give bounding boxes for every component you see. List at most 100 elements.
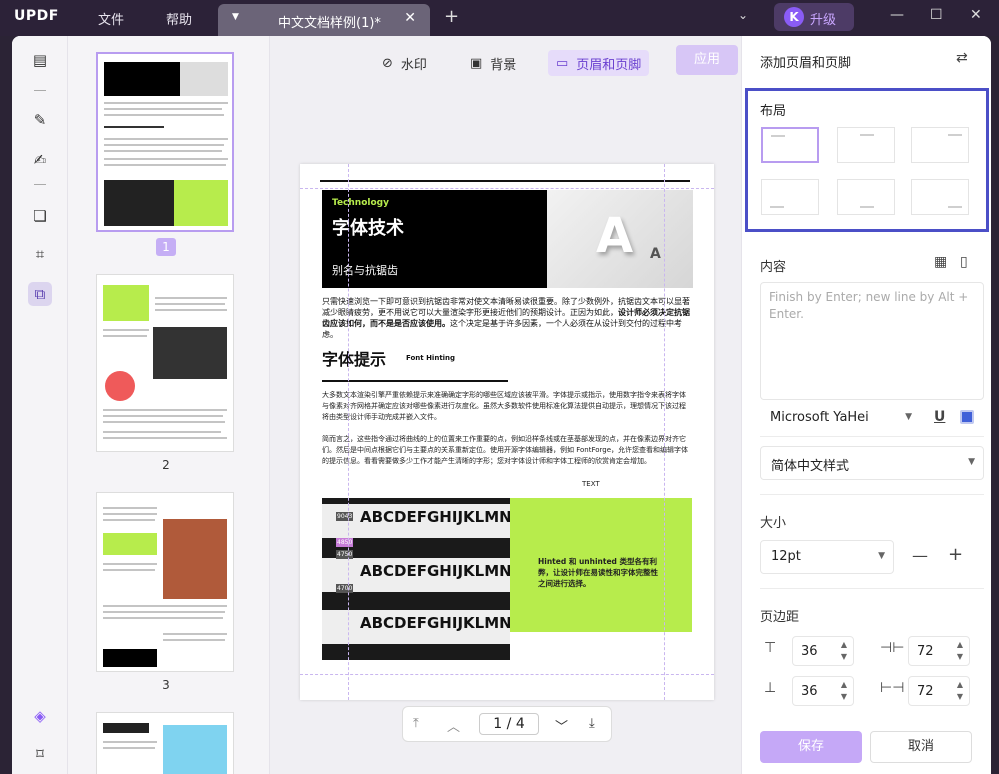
watermark-button[interactable]: ⊘ 水印 bbox=[374, 50, 435, 76]
pagination: ⤒ ︿ 1 / 4 ﹀ ⤓ bbox=[402, 706, 612, 742]
app-shell: ▤ ✎ ✍ ❏ ⌗ ⧉ ◈ ⌑ 1 2 3 ⊘ 水印 ▣ 背景 ▭ 页眉和页脚 … bbox=[12, 36, 991, 774]
decrease-size-icon[interactable]: — bbox=[912, 546, 928, 565]
layout-option-4[interactable] bbox=[761, 179, 819, 215]
export-template-icon[interactable]: ⇄ bbox=[956, 50, 968, 66]
page-green-text: Hinted 和 unhinted 类型各有利弊，让设计师在易读性和字体完整性之… bbox=[538, 557, 658, 588]
page-number-1: 1 bbox=[156, 238, 176, 256]
thumbnail-panel: 1 2 3 bbox=[68, 36, 270, 774]
size-select[interactable]: 12pt ▼ bbox=[760, 540, 894, 574]
watermark-icon: ⊘ bbox=[382, 55, 393, 71]
content-label: 内容 bbox=[760, 260, 787, 275]
title-bar: UPDF 文件 帮助 ▼ 中文文档样例(1)* ✕ + ⌄ K 升级 — ☐ ✕ bbox=[0, 0, 999, 36]
maximize-icon[interactable]: ☐ bbox=[930, 7, 943, 23]
divider bbox=[760, 436, 984, 437]
chevron-down-icon[interactable]: ⌄ bbox=[738, 8, 748, 22]
page-paragraph-1: 只需快速浏览一下即可意识到抗锯齿非常对使文本清晰易读很重要。除了少数例外，抗锯齿… bbox=[322, 297, 690, 339]
page-paragraph-3: 简而言之，这些指令通过将曲线的上的位置来工作重要的点，例如沿样条线或在茎基部发现… bbox=[322, 435, 689, 465]
header-footer-button[interactable]: ▭ 页眉和页脚 bbox=[548, 50, 650, 76]
apply-button[interactable]: 应用 bbox=[676, 45, 738, 75]
layers-icon[interactable]: ◈ bbox=[28, 704, 52, 728]
page-preview: Technology 字体技术 别名与抗锯齿 A A 只需快速浏览一下即可意识到… bbox=[300, 164, 714, 700]
layout-option-6[interactable] bbox=[911, 179, 969, 215]
document-tab[interactable]: ▼ 中文文档样例(1)* ✕ bbox=[218, 4, 430, 36]
right-margin-input[interactable]: 72 ▲ ▼ bbox=[908, 676, 970, 706]
layout-option-1[interactable] bbox=[761, 127, 819, 163]
background-button[interactable]: ▣ 背景 bbox=[462, 50, 524, 76]
comment-icon[interactable]: ✎ bbox=[28, 108, 52, 132]
color-swatch[interactable] bbox=[960, 410, 974, 424]
margin-label: 页边距 bbox=[760, 610, 800, 625]
close-window-icon[interactable]: ✕ bbox=[970, 7, 982, 23]
page-heading-2-en: Font Hinting bbox=[406, 354, 456, 362]
cancel-button[interactable]: 取消 bbox=[870, 731, 972, 763]
thumbnail-page-1[interactable] bbox=[96, 52, 234, 232]
tab-dropdown-icon[interactable]: ▼ bbox=[232, 12, 239, 22]
crop-icon[interactable]: ⌗ bbox=[28, 242, 52, 266]
left-margin-input[interactable]: 72 ▲ ▼ bbox=[908, 636, 970, 666]
layout-label: 布局 bbox=[760, 104, 787, 119]
bottom-margin-input[interactable]: 36 ▲ ▼ bbox=[792, 676, 854, 706]
content-input[interactable]: Finish by Enter; new line by Alt + Enter… bbox=[760, 282, 984, 400]
bottom-margin-icon: ⊥ bbox=[764, 680, 777, 696]
divider bbox=[34, 90, 46, 91]
page-font-image: ABCDEFGHIJKLMNO ABCDEFGHIJKLMNO ABCDEFGH… bbox=[322, 498, 510, 660]
layout-option-5[interactable] bbox=[837, 179, 895, 215]
edit-icon[interactable]: ✍ bbox=[28, 148, 52, 172]
layout-option-3[interactable] bbox=[911, 127, 969, 163]
background-icon: ▣ bbox=[470, 55, 483, 71]
header-footer-icon: ▭ bbox=[556, 55, 569, 71]
page-hero-letter-big: A bbox=[596, 208, 634, 264]
organize-icon[interactable]: ❏ bbox=[28, 204, 52, 228]
last-page-icon[interactable]: ⤓ bbox=[589, 716, 595, 731]
underline-icon[interactable]: U bbox=[934, 409, 945, 425]
divider bbox=[760, 588, 984, 589]
first-page-icon[interactable]: ⤒ bbox=[413, 716, 419, 731]
page-tools-icon[interactable]: ⧉ bbox=[28, 282, 52, 306]
next-page-icon[interactable]: ﹀ bbox=[555, 716, 568, 735]
menu-file[interactable]: 文件 bbox=[98, 9, 124, 28]
app-logo: UPDF bbox=[14, 8, 59, 24]
header-footer-panel: 添加页眉和页脚 ⇄ 布局 内容 ▦ ▯ Finish by Enter; new… bbox=[741, 36, 991, 774]
page-paragraph-2: 大多数文本渲染引擎严重依赖提示来准确确定字形的哪些区域应该被平滑。字体提示或指示… bbox=[322, 391, 686, 421]
reader-icon[interactable]: ▤ bbox=[28, 48, 52, 72]
margin-guide bbox=[300, 674, 714, 675]
layout-section: 布局 bbox=[745, 88, 989, 232]
page-hero-letter-small: A bbox=[650, 246, 661, 262]
panel-title: 添加页眉和页脚 bbox=[760, 56, 852, 71]
left-toolbar: ▤ ✎ ✍ ❏ ⌗ ⧉ ◈ ⌑ bbox=[12, 36, 68, 774]
page-title: 字体技术 bbox=[332, 218, 404, 239]
new-tab-icon[interactable]: + bbox=[444, 6, 459, 27]
thumbnail-page-3[interactable] bbox=[96, 492, 234, 672]
date-icon[interactable]: ▦ bbox=[934, 254, 947, 270]
divider bbox=[760, 494, 984, 495]
page-number-icon[interactable]: ▯ bbox=[960, 254, 968, 270]
upgrade-label: 升级 bbox=[810, 13, 837, 28]
size-label: 大小 bbox=[760, 516, 787, 531]
bookmark-icon[interactable]: ⌑ bbox=[28, 742, 52, 766]
page-input[interactable]: 1 / 4 bbox=[479, 713, 539, 735]
thumbnail-page-4[interactable] bbox=[96, 712, 234, 774]
divider bbox=[34, 184, 46, 185]
page-tag: Technology bbox=[332, 198, 389, 208]
thumbnail-page-2[interactable] bbox=[96, 274, 234, 452]
increase-size-icon[interactable]: + bbox=[948, 544, 963, 565]
layout-option-2[interactable] bbox=[837, 127, 895, 163]
tab-title: 中文文档样例(1)* bbox=[278, 16, 381, 31]
page-heading-2: 字体提示 bbox=[322, 350, 387, 369]
top-margin-input[interactable]: 36 ▲ ▼ bbox=[792, 636, 854, 666]
menu-help[interactable]: 帮助 bbox=[166, 9, 192, 28]
page-number-3: 3 bbox=[162, 678, 170, 692]
style-select[interactable]: 简体中文样式 ▼ bbox=[760, 446, 984, 480]
page-text-label: TEXT bbox=[582, 480, 600, 488]
prev-page-icon[interactable]: ︿ bbox=[447, 716, 460, 735]
page-number-2: 2 bbox=[162, 458, 170, 472]
upgrade-button[interactable]: K 升级 bbox=[774, 3, 854, 31]
top-margin-icon: ⊤ bbox=[764, 640, 777, 656]
margin-guide bbox=[348, 164, 349, 700]
page-subtitle: 别名与抗锯齿 bbox=[332, 264, 398, 277]
close-tab-icon[interactable]: ✕ bbox=[404, 10, 416, 26]
minimize-icon[interactable]: — bbox=[890, 7, 904, 23]
horizontal-margin-icon: ⊢⊣ bbox=[880, 680, 905, 696]
save-button[interactable]: 保存 bbox=[760, 731, 862, 763]
font-select[interactable]: Microsoft YaHei ▼ bbox=[760, 402, 920, 436]
